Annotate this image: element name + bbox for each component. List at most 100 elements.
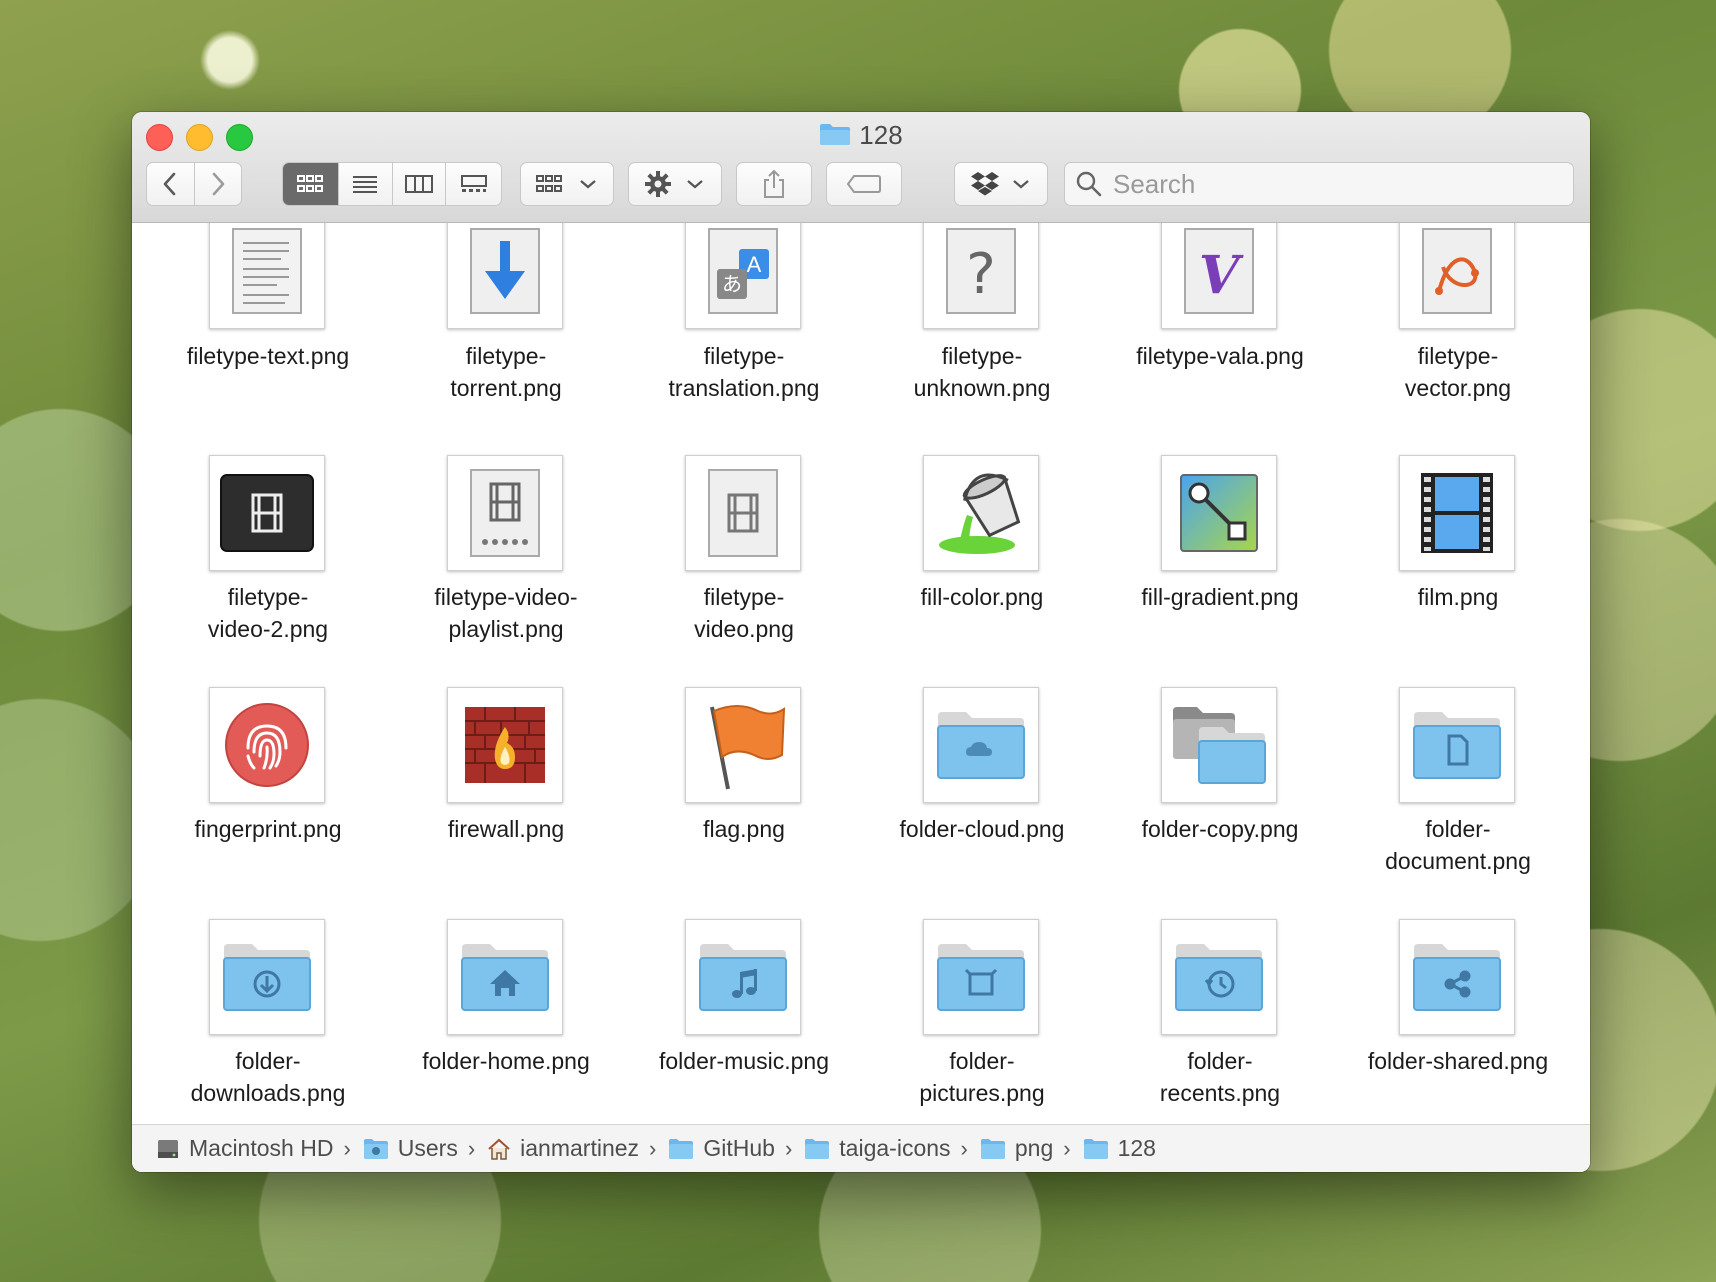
search-placeholder: Search: [1113, 168, 1196, 199]
file-name: filetype-video- playlist.png: [434, 584, 578, 642]
file-item[interactable]: folder- pictures.png: [866, 919, 1098, 1151]
icon-grid: filetype-text.png filetype- torrent.png …: [132, 223, 1590, 1172]
share-icon: [764, 169, 784, 198]
search-icon: [1076, 171, 1102, 197]
paint-bucket-icon: [923, 455, 1039, 571]
file-item[interactable]: folder-music.png: [628, 919, 860, 1151]
folder-home-icon: [447, 919, 563, 1035]
file-item[interactable]: V filetype-vala.png: [1104, 223, 1336, 455]
file-item[interactable]: folder- document.png: [1342, 687, 1574, 919]
share-button[interactable]: [736, 162, 812, 206]
file-name: filetype- video.png: [694, 584, 794, 642]
folder-icon: [1083, 1138, 1109, 1160]
folder-icon: [980, 1138, 1006, 1160]
path-item[interactable]: GitHub ›: [668, 1135, 804, 1162]
chevron-down-icon: [580, 180, 596, 189]
path-item[interactable]: Macintosh HD ›: [156, 1135, 363, 1162]
list-icon: [353, 176, 378, 193]
file-item[interactable]: folder-shared.png: [1342, 919, 1574, 1151]
file-item[interactable]: ? filetype- unknown.png: [866, 223, 1098, 455]
folder-shared-icon: [1399, 919, 1515, 1035]
flag-icon: [685, 687, 801, 803]
vala-icon: V: [1161, 223, 1277, 329]
file-name: filetype-vala.png: [1136, 343, 1304, 369]
file-item[interactable]: filetype- video-2.png: [152, 455, 384, 687]
video-dark-icon: [209, 455, 325, 571]
home-icon: [487, 1138, 511, 1160]
folder-pictures-icon: [923, 919, 1039, 1035]
file-item[interactable]: folder-home.png: [390, 919, 622, 1151]
file-item[interactable]: flag.png: [628, 687, 860, 919]
column-view-button[interactable]: [391, 163, 446, 205]
group-by-button[interactable]: [520, 162, 614, 206]
file-name: film.png: [1417, 584, 1499, 610]
dropbox-button[interactable]: [954, 162, 1048, 206]
path-item[interactable]: ianmartinez ›: [487, 1135, 668, 1162]
back-forward-group: [146, 162, 242, 206]
file-item[interactable]: filetype- video.png: [628, 455, 860, 687]
vector-icon: [1399, 223, 1515, 329]
gallery-view-button[interactable]: [445, 163, 501, 205]
window-title: 128: [132, 118, 1590, 154]
file-name: folder- recents.png: [1159, 1048, 1281, 1106]
file-item[interactable]: folder- recents.png: [1104, 919, 1336, 1151]
path-label: ianmartinez: [520, 1135, 640, 1161]
back-button[interactable]: [147, 163, 194, 205]
file-item[interactable]: fill-gradient.png: [1104, 455, 1336, 687]
file-item[interactable]: Aあ filetype- translation.png: [628, 223, 860, 455]
titlebar: 128 Search: [132, 112, 1590, 223]
video-playlist-icon: [447, 455, 563, 571]
finder-window: 128 Search filetype-text.png filetype- t…: [132, 112, 1590, 1172]
file-item[interactable]: firewall.png: [390, 687, 622, 919]
file-name: folder- document.png: [1385, 816, 1531, 874]
folder-icon: [804, 1138, 830, 1160]
search-field[interactable]: Search: [1064, 162, 1574, 206]
file-name: folder-music.png: [658, 1048, 830, 1074]
file-item[interactable]: filetype-text.png: [152, 223, 384, 455]
file-name: fingerprint.png: [194, 816, 342, 842]
file-name: filetype- unknown.png: [913, 343, 1051, 401]
file-item[interactable]: fingerprint.png: [152, 687, 384, 919]
file-item[interactable]: film.png: [1342, 455, 1574, 687]
unknown-file-icon: ?: [923, 223, 1039, 329]
file-name: filetype- vector.png: [1404, 343, 1512, 401]
file-name: folder-cloud.png: [899, 816, 1065, 842]
file-item[interactable]: filetype-video- playlist.png: [390, 455, 622, 687]
grid-icon: [536, 175, 562, 192]
icon-view-button[interactable]: [283, 163, 338, 205]
file-item[interactable]: filetype- vector.png: [1342, 223, 1574, 455]
file-item[interactable]: folder-copy.png: [1104, 687, 1336, 919]
tags-button[interactable]: [826, 162, 902, 206]
translation-icon: Aあ: [685, 223, 801, 329]
path-bar: Macintosh HD › Users › ianmartinez › GitHub…: [132, 1124, 1590, 1172]
path-label: Users: [397, 1135, 458, 1161]
file-item[interactable]: fill-color.png: [866, 455, 1098, 687]
file-item[interactable]: folder-cloud.png: [866, 687, 1098, 919]
file-item[interactable]: folder- downloads.png: [152, 919, 384, 1151]
path-item[interactable]: taiga-icons ›: [804, 1135, 980, 1162]
path-label: Macintosh HD: [189, 1135, 334, 1161]
path-item[interactable]: 128: [1083, 1135, 1156, 1162]
list-view-button[interactable]: [337, 163, 392, 205]
forward-button[interactable]: [193, 163, 242, 205]
chevron-down-icon: [1013, 180, 1029, 189]
folder-icon: [668, 1138, 694, 1160]
chevron-right-icon: [212, 172, 225, 196]
svg-text:V: V: [1199, 245, 1244, 306]
file-name: filetype- translation.png: [668, 343, 820, 401]
window-title-text: 128: [859, 120, 903, 150]
action-menu-button[interactable]: [628, 162, 722, 206]
folder-document-icon: [1399, 687, 1515, 803]
folder-music-icon: [685, 919, 801, 1035]
file-item[interactable]: filetype- torrent.png: [390, 223, 622, 455]
film-strip-icon: [1399, 455, 1515, 571]
path-item[interactable]: png ›: [980, 1135, 1083, 1162]
fingerprint-icon: [209, 687, 325, 803]
gear-icon: [645, 171, 671, 197]
firewall-icon: [447, 687, 563, 803]
torrent-icon: [447, 223, 563, 329]
path-item[interactable]: Users ›: [363, 1135, 487, 1162]
path-label: png: [1014, 1135, 1054, 1161]
hard-drive-icon: [156, 1137, 180, 1161]
folder-copy-icon: [1161, 687, 1277, 803]
